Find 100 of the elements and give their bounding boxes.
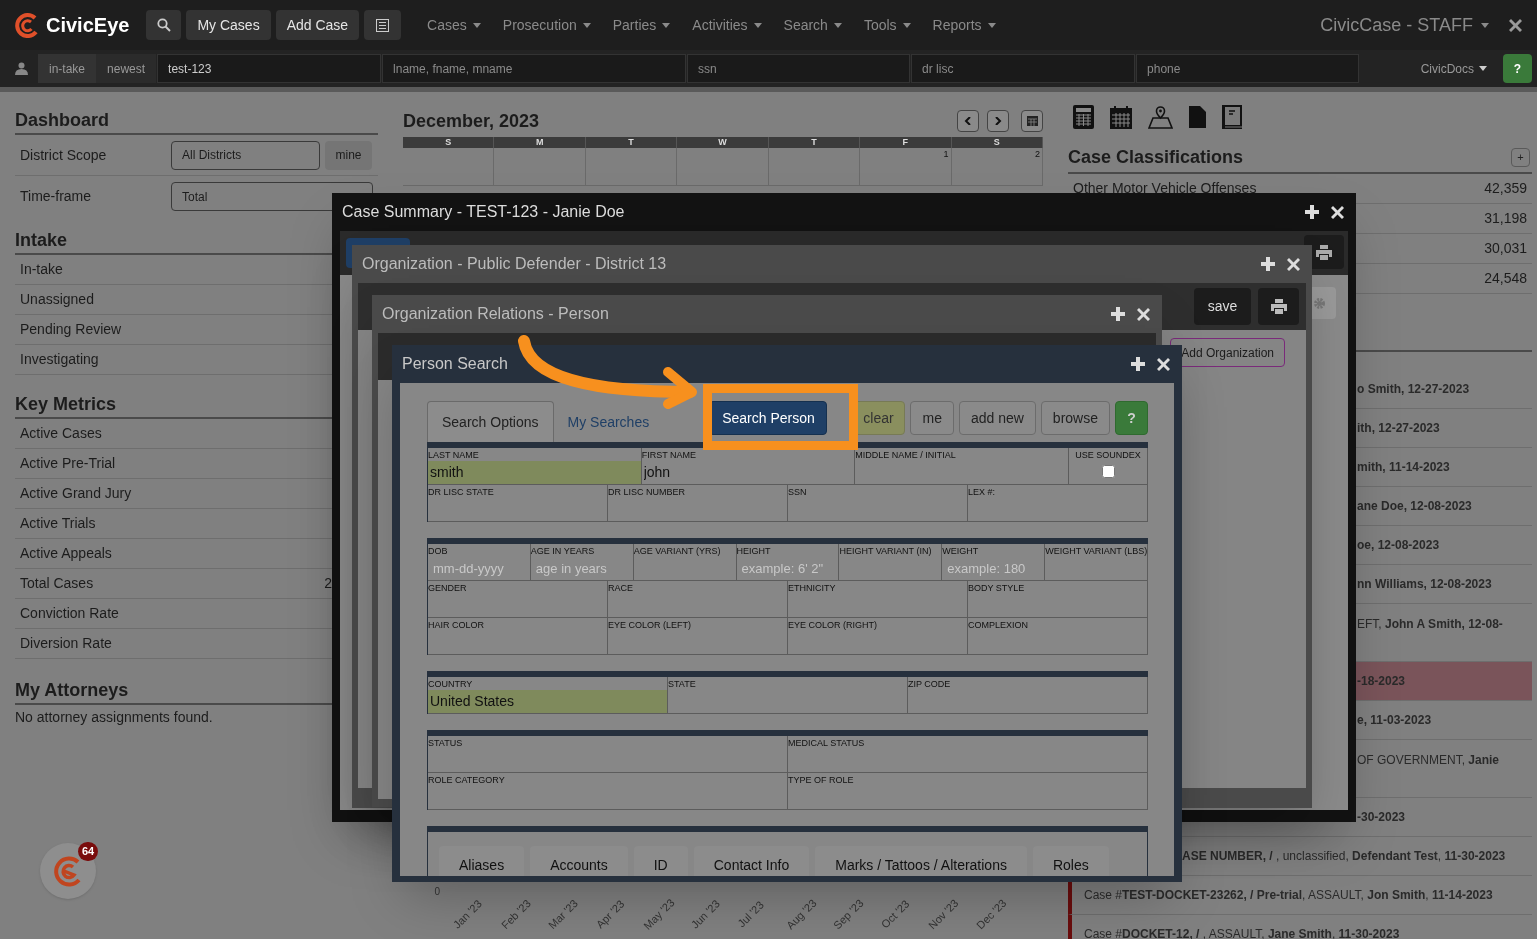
plus-icon[interactable]: [1111, 307, 1125, 321]
tab[interactable]: Aliases: [439, 846, 525, 876]
tab[interactable]: Contact Info: [693, 846, 810, 876]
menu-item[interactable]: Reports: [932, 14, 996, 36]
calendar-day[interactable]: [494, 148, 586, 186]
row-label[interactable]: Pending Review: [20, 319, 122, 340]
field-label: STATE: [668, 678, 697, 690]
nav-button[interactable]: My Cases: [186, 10, 271, 40]
prev-button[interactable]: [957, 110, 979, 132]
case-entry[interactable]: oe, 12-08-2023: [1357, 536, 1440, 554]
row-label[interactable]: Investigating: [20, 349, 99, 370]
input-field[interactable]: United States: [428, 690, 667, 713]
close-icon[interactable]: [1509, 18, 1522, 32]
menu-item[interactable]: Activities: [692, 14, 762, 36]
save-button[interactable]: save: [1194, 288, 1251, 325]
tab[interactable]: Accounts: [530, 846, 628, 876]
close-icon[interactable]: [1137, 307, 1150, 321]
menu-item[interactable]: Prosecution: [502, 14, 591, 36]
case-entry[interactable]: mith, 11-14-2023: [1357, 458, 1450, 476]
filter-tag[interactable]: newest: [96, 54, 157, 83]
docs-menu[interactable]: CivicDocs: [1420, 59, 1487, 78]
case-entry[interactable]: -30-2023: [1357, 808, 1406, 826]
chat-button[interactable]: [40, 843, 96, 899]
tab[interactable]: Marks / Tattoos / Alterations: [815, 846, 1027, 876]
search-field[interactable]: dr lisc: [911, 54, 1136, 83]
row-label: Other Motor Vehicle Offenses: [1073, 179, 1257, 198]
axis-label: Jan '23: [449, 896, 486, 933]
field-label: AGE IN YEARS: [530, 545, 596, 557]
tab[interactable]: ID: [633, 846, 688, 876]
case-entry[interactable]: OF GOVERNMENT, Janie: [1357, 751, 1500, 769]
next-button[interactable]: [987, 110, 1009, 132]
add-button[interactable]: +: [1511, 148, 1530, 167]
calendar-day[interactable]: 2: [951, 148, 1043, 186]
axis-label: Aug '23: [782, 895, 820, 934]
print-button[interactable]: [1258, 288, 1299, 325]
list-icon: [376, 18, 390, 32]
search-field[interactable]: phone: [1136, 54, 1360, 83]
app-menu[interactable]: CivicCase - STAFF: [1320, 11, 1489, 39]
input-field[interactable]: example: 180: [942, 557, 1045, 580]
search-button[interactable]: [146, 10, 182, 40]
menu-item[interactable]: Search: [783, 14, 842, 36]
row-label[interactable]: Unassigned: [20, 289, 94, 310]
field-label: WEIGHT: [942, 545, 980, 557]
filter-tag[interactable]: in-take: [38, 54, 97, 83]
action-button[interactable]: me: [910, 401, 954, 435]
menu-item[interactable]: Cases: [427, 14, 481, 36]
nav-button[interactable]: Add Case: [275, 10, 360, 40]
tab[interactable]: Search Options: [427, 401, 554, 443]
menu-item[interactable]: Parties: [612, 14, 671, 36]
calendar-day[interactable]: [403, 148, 495, 186]
action-button[interactable]: ?: [1115, 401, 1148, 435]
field-label: HAIR COLOR: [428, 619, 485, 631]
field-label: LAST NAME: [428, 449, 480, 461]
plus-icon[interactable]: [1261, 257, 1275, 271]
case-entry[interactable]: Case #TEST-DOCKET-23262, / Pre-trial, ASSAULT, Jon Smith, 11-14-2023: [1084, 886, 1493, 904]
case-entry[interactable]: ane Doe, 12-08-2023: [1357, 497, 1472, 515]
field-label: HEIGHT VARIANT (IN): [839, 545, 933, 557]
input-field[interactable]: smith: [428, 461, 641, 484]
list-button[interactable]: [364, 10, 402, 40]
case-entry[interactable]: ASE NUMBER, / , unclassified, Defendant Test, 11-30-2023: [1182, 847, 1506, 865]
input-field[interactable]: john: [641, 461, 855, 484]
calendar-day[interactable]: [677, 148, 769, 186]
mine-button[interactable]: mine: [325, 140, 372, 170]
checkbox[interactable]: [1101, 465, 1115, 478]
plus-icon[interactable]: [1131, 357, 1145, 371]
action-button[interactable]: Search Person: [709, 401, 828, 435]
input-field[interactable]: age in years: [530, 557, 633, 580]
close-icon[interactable]: [1157, 357, 1170, 371]
help-button[interactable]: ?: [1503, 54, 1532, 83]
logo-icon: [15, 12, 40, 38]
action-button[interactable]: browse: [1040, 401, 1110, 435]
close-icon[interactable]: [1331, 205, 1344, 219]
tab[interactable]: My Searches: [553, 401, 664, 443]
case-entry[interactable]: ith, 12-27-2023: [1357, 419, 1440, 437]
calendar-button[interactable]: [1021, 110, 1043, 132]
case-entry[interactable]: o Smith, 12-27-2023: [1357, 380, 1470, 398]
search-field[interactable]: ssn: [687, 54, 911, 83]
case-entry[interactable]: e, 11-03-2023: [1357, 711, 1432, 729]
plus-icon[interactable]: [1305, 205, 1319, 219]
search-field[interactable]: test-123: [157, 54, 382, 83]
search-field[interactable]: lname, fname, mname: [382, 54, 687, 83]
input-field[interactable]: mm-dd-yyyy: [428, 557, 530, 580]
row-label[interactable]: In-take: [20, 259, 63, 280]
calendar-day[interactable]: [768, 148, 861, 186]
menu-item[interactable]: Tools: [863, 14, 911, 36]
tab[interactable]: Roles: [1032, 846, 1109, 876]
dropdown[interactable]: All Districts: [171, 140, 320, 170]
weekday-label: W: [677, 137, 769, 148]
case-entry[interactable]: EFT, John A Smith, 12-08-: [1357, 615, 1503, 633]
axis-label: Oct '23: [877, 896, 913, 933]
weekday-label: T: [768, 137, 861, 148]
close-icon[interactable]: [1287, 257, 1300, 271]
field-label: FIRST NAME: [641, 449, 697, 461]
case-entry[interactable]: nn Williams, 12-08-2023: [1357, 575, 1492, 593]
calendar-day[interactable]: 1: [860, 148, 952, 186]
calendar-day[interactable]: [585, 148, 678, 186]
action-button[interactable]: add new: [958, 401, 1036, 435]
input-field[interactable]: example: 6' 2": [736, 557, 839, 580]
case-entry[interactable]: Case #DOCKET-12, / , ASSAULT, Jane Smith, 11-30-2023: [1084, 925, 1400, 939]
field-label: EYE COLOR (LEFT): [608, 619, 692, 631]
